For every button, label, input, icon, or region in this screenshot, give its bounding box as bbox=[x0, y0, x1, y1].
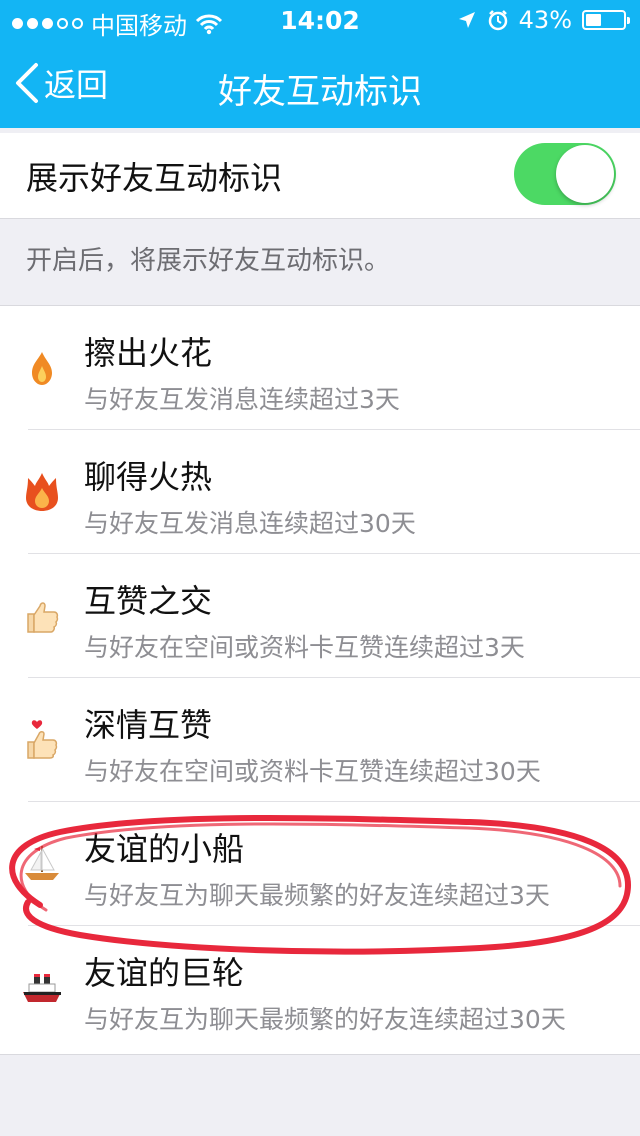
ship-icon bbox=[23, 974, 61, 1002]
item-title: 友谊的巨轮 bbox=[84, 954, 245, 992]
alarm-clock-icon bbox=[488, 10, 507, 31]
item-description: 与好友互发消息连续超过3天 bbox=[84, 385, 400, 414]
heart-thumbs-up-icon bbox=[27, 720, 58, 759]
sailboat-icon bbox=[25, 846, 59, 880]
thumbs-up-icon bbox=[27, 602, 59, 633]
toggle-label: 展示好友互动标识 bbox=[26, 159, 283, 197]
item-title: 擦出火花 bbox=[84, 334, 213, 372]
list-item: 聊得火热 与好友互发消息连续超过30天 bbox=[0, 430, 640, 554]
flame-icon bbox=[32, 352, 52, 385]
battery-icon bbox=[582, 10, 630, 30]
list-item: 擦出火花 与好友互发消息连续超过3天 bbox=[0, 306, 640, 430]
item-description: 与好友互发消息连续超过30天 bbox=[84, 509, 416, 538]
switch-knob bbox=[556, 145, 614, 203]
item-title: 聊得火热 bbox=[84, 458, 213, 496]
battery-percentage: 43% bbox=[518, 6, 572, 34]
item-description: 与好友在空间或资料卡互赞连续超过3天 bbox=[84, 633, 525, 662]
status-bar: 中国移动 14:02 43% bbox=[0, 0, 640, 40]
big-flame-icon bbox=[26, 473, 58, 511]
list-item: 友谊的巨轮 与好友互为聊天最频繁的好友连续超过30天 bbox=[0, 926, 640, 1050]
location-arrow-icon bbox=[458, 12, 475, 28]
page-title: 好友互动标识 bbox=[218, 72, 422, 112]
list-item: 互赞之交 与好友在空间或资料卡互赞连续超过3天 bbox=[0, 554, 640, 678]
show-interaction-badges-switch[interactable] bbox=[514, 143, 616, 205]
item-description: 与好友互为聊天最频繁的好友连续超过3天 bbox=[84, 881, 550, 910]
item-description: 与好友互为聊天最频繁的好友连续超过30天 bbox=[84, 1005, 566, 1034]
list-item: 深情互赞 与好友在空间或资料卡互赞连续超过30天 bbox=[0, 678, 640, 802]
navigation-bar: 返回 好友互动标识 bbox=[0, 40, 640, 128]
item-description: 与好友在空间或资料卡互赞连续超过30天 bbox=[84, 757, 541, 786]
badge-list: 擦出火花 与好友互发消息连续超过3天 聊得火热 与好友互发消息连续超过30天 互… bbox=[0, 305, 640, 1055]
setting-hint: 开启后，将展示好友互动标识。 bbox=[26, 246, 391, 276]
item-title: 深情互赞 bbox=[84, 706, 213, 744]
header: 中国移动 14:02 43% 返回 好友互动标识 bbox=[0, 0, 640, 128]
item-title: 友谊的小船 bbox=[84, 830, 245, 868]
list-item: 友谊的小船 与好友互为聊天最频繁的好友连续超过3天 bbox=[0, 802, 640, 926]
item-title: 互赞之交 bbox=[84, 582, 213, 620]
